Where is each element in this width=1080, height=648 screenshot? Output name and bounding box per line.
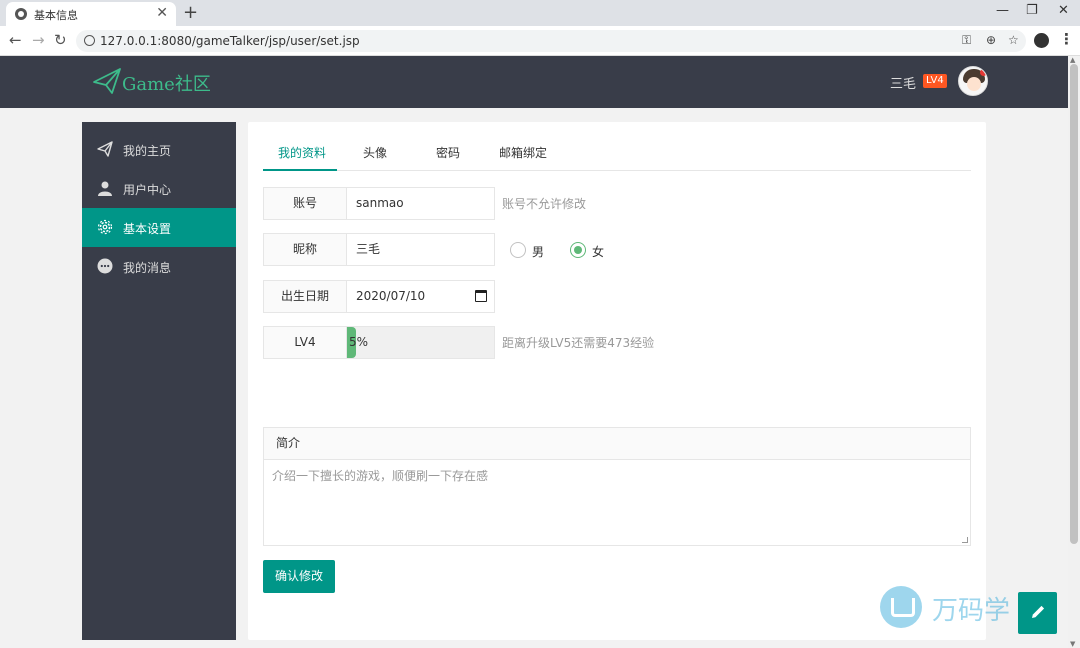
scroll-up-icon[interactable]: ▲ — [1070, 56, 1075, 64]
calendar-icon[interactable] — [475, 290, 487, 302]
tab-avatar[interactable]: 头像 — [363, 144, 387, 161]
intro-section: 简介 介绍一下擅长的游戏，顺便刷一下存在感 — [263, 427, 971, 546]
chat-bubble-icon — [97, 258, 113, 274]
url-text[interactable]: 127.0.0.1:8080/gameTalker/jsp/user/set.j… — [100, 34, 360, 48]
paper-plane-icon — [97, 141, 113, 157]
sidebar-item-label: 我的消息 — [123, 261, 172, 275]
logo-text: Game社区 — [122, 74, 211, 95]
resize-grip-icon[interactable] — [962, 537, 968, 543]
reload-icon[interactable]: ↻ — [54, 31, 67, 49]
intro-textarea[interactable]: 介绍一下擅长的游戏，顺便刷一下存在感 — [264, 460, 970, 545]
gender-female-radio[interactable] — [570, 242, 586, 258]
user-icon — [98, 181, 112, 196]
star-icon[interactable]: ☆ — [1008, 33, 1019, 47]
scroll-down-icon[interactable]: ▼ — [1070, 640, 1075, 648]
pencil-icon — [1032, 605, 1045, 618]
browser-tab-title: 基本信息 — [34, 9, 78, 22]
avatar-face — [967, 77, 981, 91]
key-icon[interactable]: ⚿ — [962, 33, 971, 48]
sidebar-item-label: 基本设置 — [123, 222, 172, 236]
minimize-button[interactable]: — — [996, 3, 1009, 18]
profile-icon[interactable] — [1034, 33, 1049, 48]
birthday-value: 2020/07/10 — [356, 289, 426, 303]
restore-button[interactable]: ❐ — [1026, 3, 1038, 18]
user-name[interactable]: 三毛 — [890, 73, 916, 92]
sidebar-item-label: 我的主页 — [123, 144, 172, 158]
birthday-label: 出生日期 — [263, 280, 347, 313]
page-viewport: Game社区 三毛 LV4 我的主页 用户中心 基本设置 我的消息 我的资料 头… — [0, 56, 1068, 648]
level-badge: LV4 — [923, 74, 947, 88]
tab-profile[interactable]: 我的资料 — [278, 144, 326, 161]
birthday-field[interactable]: 2020/07/10 — [347, 280, 495, 313]
tab-email-binding[interactable]: 邮箱绑定 — [499, 144, 547, 161]
new-tab-button[interactable]: + — [183, 2, 198, 23]
sidebar-item-settings[interactable]: 基本设置 — [82, 208, 236, 247]
sidebar-item-messages[interactable]: 我的消息 — [82, 247, 236, 286]
window-close-button[interactable]: ✕ — [1058, 3, 1069, 18]
submit-button[interactable]: 确认修改 — [263, 560, 335, 593]
gender-male-radio[interactable] — [510, 242, 526, 258]
avatar[interactable] — [958, 66, 988, 96]
level-note: 距离升级LV5还需要473经验 — [502, 336, 655, 350]
level-progress-text: 5% — [349, 335, 369, 349]
tab-close-icon[interactable]: ✕ — [156, 5, 168, 21]
address-bar: ← → ↻ 127.0.0.1:8080/gameTalker/jsp/user… — [0, 26, 1080, 56]
settings-tabs: 我的资料 头像 密码 邮箱绑定 — [263, 138, 971, 171]
paper-plane-logo-icon — [93, 68, 121, 94]
watermark-logo-icon — [880, 586, 922, 628]
intro-label: 简介 — [264, 428, 970, 460]
forward-arrow-icon[interactable]: → — [32, 31, 45, 49]
account-note: 账号不允许修改 — [502, 197, 587, 211]
sidebar-item-home[interactable]: 我的主页 — [82, 130, 236, 169]
menu-dots-icon[interactable]: ⋮ — [1059, 30, 1074, 48]
browser-tab[interactable]: 基本信息 ✕ — [6, 2, 176, 26]
active-tab-indicator — [263, 169, 337, 171]
sidebar-item-label: 用户中心 — [123, 183, 172, 197]
floating-edit-button[interactable] — [1018, 592, 1057, 634]
back-arrow-icon[interactable]: ← — [9, 31, 22, 49]
level-label: LV4 — [263, 326, 347, 359]
site-info-icon[interactable] — [84, 35, 95, 46]
account-field: sanmao — [347, 187, 495, 220]
browser-tab-strip: 基本信息 ✕ + — ❐ ✕ — [0, 0, 1080, 26]
avatar-bow — [980, 69, 987, 76]
scroll-thumb[interactable] — [1070, 64, 1078, 544]
settings-card: 我的资料 头像 密码 邮箱绑定 账号 sanmao 账号不允许修改 昵称 三毛 … — [248, 122, 986, 640]
page-scrollbar[interactable]: ▲ ▼ — [1068, 56, 1080, 648]
nickname-field[interactable]: 三毛 — [347, 233, 495, 266]
omnibox[interactable]: 127.0.0.1:8080/gameTalker/jsp/user/set.j… — [76, 30, 1026, 52]
sidebar-item-user-center[interactable]: 用户中心 — [82, 169, 236, 208]
level-progress-bar: 5% — [347, 326, 495, 359]
gender-male-label[interactable]: 男 — [532, 243, 544, 260]
sidebar: 我的主页 用户中心 基本设置 我的消息 — [82, 122, 236, 640]
globe-icon — [15, 8, 27, 20]
zoom-icon[interactable]: ⊕ — [986, 33, 996, 47]
site-header: Game社区 三毛 LV4 — [0, 56, 1068, 108]
gear-icon — [97, 219, 113, 235]
tab-password[interactable]: 密码 — [436, 144, 460, 161]
watermark-text: 万码学 — [932, 596, 1011, 626]
account-label: 账号 — [263, 187, 347, 220]
nickname-label: 昵称 — [263, 233, 347, 266]
gender-female-label[interactable]: 女 — [592, 243, 604, 260]
